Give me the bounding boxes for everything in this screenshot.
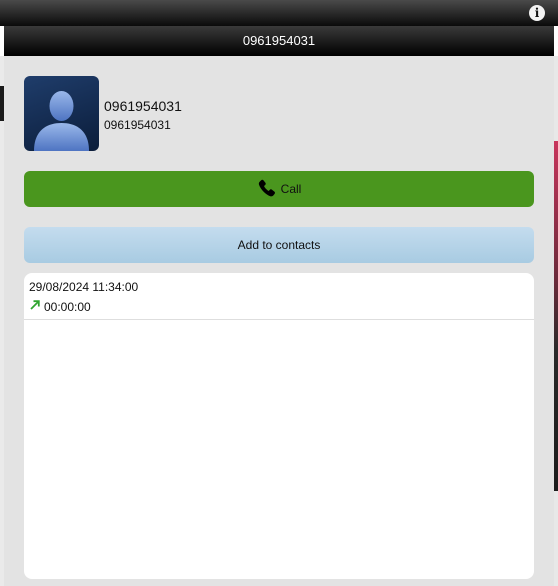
add-to-contacts-button[interactable]: Add to contacts — [24, 227, 534, 263]
call-duration: 00:00:00 — [44, 300, 91, 314]
outgoing-call-arrow-icon — [29, 298, 41, 316]
call-duration-row: 00:00:00 — [29, 298, 529, 316]
call-history-item[interactable]: 29/08/2024 11:34:00 00:00:00 — [24, 273, 534, 320]
phone-handset-icon — [257, 178, 277, 201]
call-date: 29/08/2024 11:34:00 — [29, 280, 139, 294]
info-icon[interactable]: i — [529, 5, 545, 21]
dialog-title: 0961954031 — [4, 26, 554, 56]
call-button-label: Call — [280, 182, 302, 196]
contact-details-dialog: 0961954031 0961954031 0961954031 Call Ad… — [4, 26, 554, 586]
call-history-list: 29/08/2024 11:34:00 00:00:00 — [24, 273, 534, 579]
call-button[interactable]: Call — [24, 171, 534, 207]
add-to-contacts-label: Add to contacts — [237, 238, 321, 252]
contact-number: 0961954031 — [104, 118, 171, 132]
contact-name: 0961954031 — [104, 98, 182, 114]
app-top-bar: i — [0, 0, 558, 26]
person-silhouette-icon — [24, 76, 99, 151]
background-window-right-edge — [554, 56, 558, 586]
